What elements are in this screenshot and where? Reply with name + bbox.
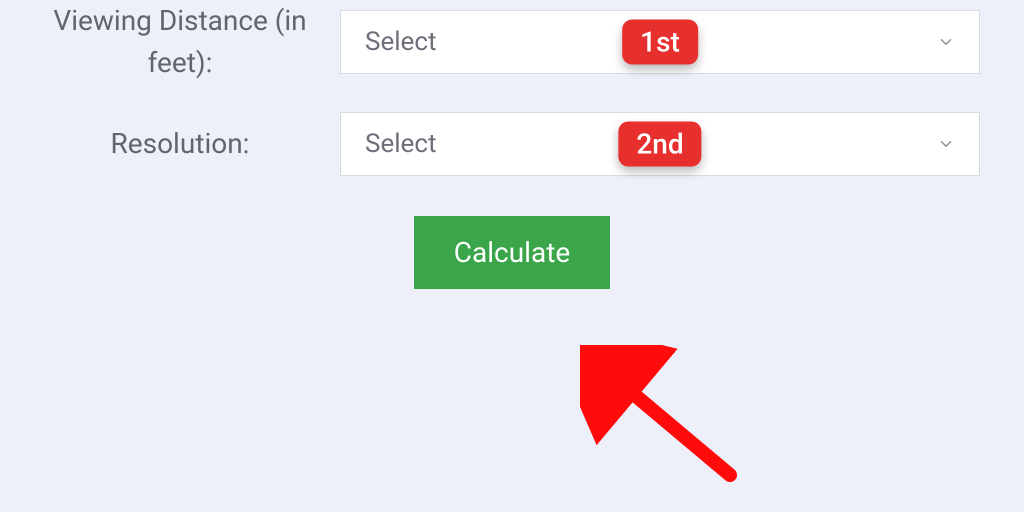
viewing-distance-select[interactable]: Select <box>340 10 980 74</box>
resolution-select-wrap: Select 2nd <box>340 112 980 176</box>
row-resolution: Resolution: Select 2nd <box>0 112 1024 176</box>
calculate-button[interactable]: Calculate <box>414 216 610 289</box>
resolution-label: Resolution: <box>0 123 340 165</box>
resolution-select[interactable]: Select <box>340 112 980 176</box>
chevron-down-icon <box>937 135 955 153</box>
resolution-placeholder: Select <box>365 129 436 159</box>
button-row: Calculate <box>0 216 1024 289</box>
viewing-distance-label: Viewing Distance (in feet): <box>0 0 340 84</box>
annotation-arrow <box>580 345 760 499</box>
viewing-distance-select-wrap: Select 1st <box>340 10 980 74</box>
viewing-distance-placeholder: Select <box>365 27 436 57</box>
row-viewing-distance: Viewing Distance (in feet): Select 1st <box>0 0 1024 84</box>
chevron-down-icon <box>937 33 955 51</box>
